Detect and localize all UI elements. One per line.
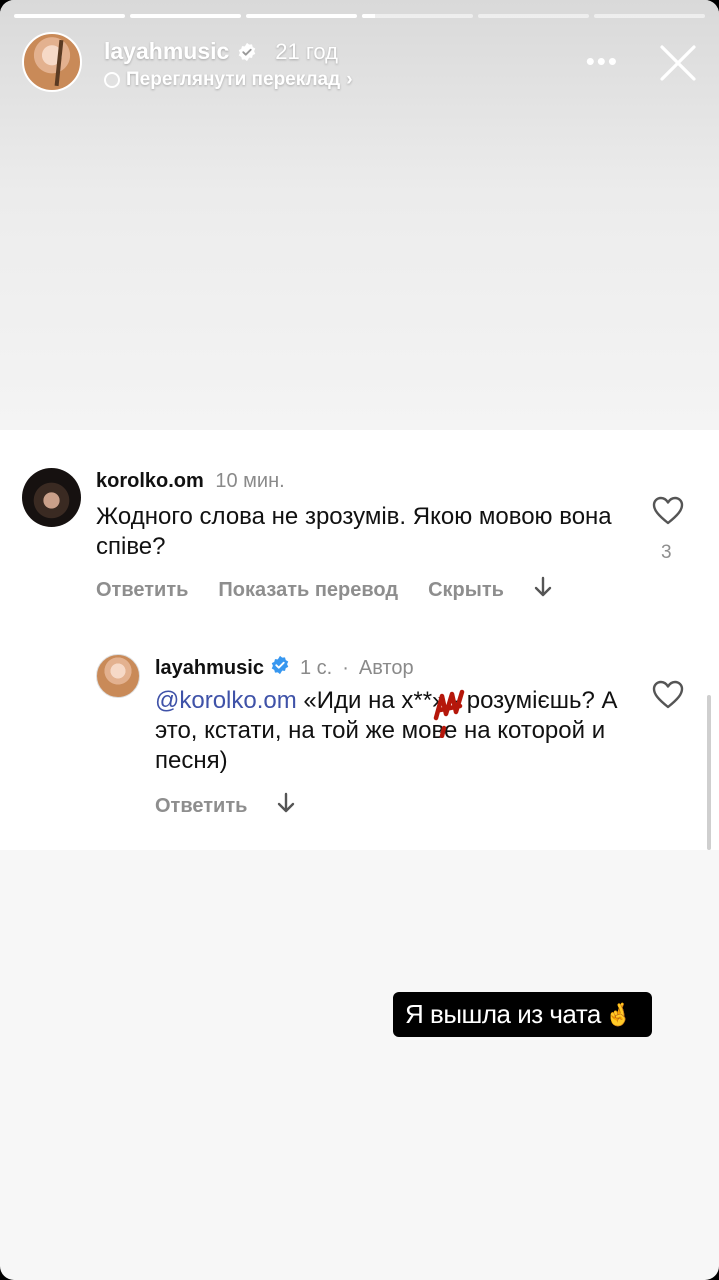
comment-reply-action: Ответить: [96, 578, 189, 601]
comment-text: Жодного слова не зрозумів. Якою мовою во…: [96, 503, 612, 560]
fingers-crossed-emoji: 🤞: [604, 1001, 632, 1027]
story-header: layahmusic 21 год Переглянути переклад ›…: [22, 30, 697, 94]
progress-segment: [362, 14, 473, 18]
story-progress-bars: [14, 14, 705, 18]
close-icon[interactable]: [659, 44, 697, 82]
reply-separator: ·: [342, 656, 349, 679]
story-author-avatar[interactable]: [22, 32, 82, 92]
chevron-right-icon: ›: [346, 69, 353, 90]
censor-scribble: [430, 688, 468, 739]
progress-segment: [14, 14, 125, 18]
comment-hide-action: Скрыть: [428, 578, 504, 601]
verified-badge-icon: [237, 42, 257, 62]
progress-fill: [14, 14, 125, 18]
progress-segment: [246, 14, 357, 18]
reply-text: @korolko.om «Иди на х**» - розумієшь? А …: [155, 686, 635, 776]
reply-reply-action: Ответить: [155, 794, 248, 817]
see-translation-link[interactable]: Переглянути переклад ›: [104, 69, 353, 91]
commenter-username: korolko.om: [96, 470, 204, 492]
reply-mention: @korolko.om: [155, 687, 297, 714]
reply-time: 1 с.: [299, 656, 333, 679]
comment-header: korolko.om 10 мин.: [96, 470, 285, 493]
verified-badge-icon: [270, 655, 290, 681]
progress-segment: [130, 14, 241, 18]
story-frame: layahmusic 21 год Переглянути переклад ›…: [0, 0, 719, 1280]
comment-like-count: 3: [661, 542, 672, 563]
story-author-info: layahmusic 21 год: [104, 38, 338, 65]
globe-icon: [104, 72, 120, 88]
arrow-down-icon: [534, 576, 552, 604]
see-translation-label: Переглянути переклад: [126, 69, 341, 90]
text-sticker: Я вышла из чата 🤞: [393, 992, 652, 1037]
author-label: Автор: [358, 656, 414, 679]
reply-author-avatar: [96, 654, 140, 698]
story-author-name[interactable]: layahmusic: [104, 38, 229, 65]
progress-segment: [594, 14, 705, 18]
comment-time: 10 мин.: [215, 470, 285, 492]
reply-header: layahmusic 1 с. · Автор: [155, 655, 414, 681]
comment-translate-action: Показать перевод: [218, 578, 399, 601]
comment-actions: Ответить Показать перевод Скрыть: [96, 576, 552, 604]
sticker-text: Я вышла из чата: [405, 999, 601, 1029]
more-icon[interactable]: •••: [586, 46, 619, 77]
comment-screenshot: korolko.om 10 мин. Жодного слова не зроз…: [0, 430, 719, 850]
heart-icon: [652, 496, 684, 526]
reply-username: layahmusic: [155, 656, 264, 679]
scrollbar: [707, 695, 711, 850]
progress-fill: [362, 14, 376, 18]
arrow-down-icon: [277, 792, 295, 820]
progress-segment: [478, 14, 589, 18]
commenter-avatar: [22, 468, 81, 527]
reply-actions: Ответить: [155, 792, 295, 820]
progress-fill: [246, 14, 357, 18]
story-time: 21 год: [275, 38, 339, 64]
heart-icon: [652, 680, 684, 710]
progress-fill: [130, 14, 241, 18]
